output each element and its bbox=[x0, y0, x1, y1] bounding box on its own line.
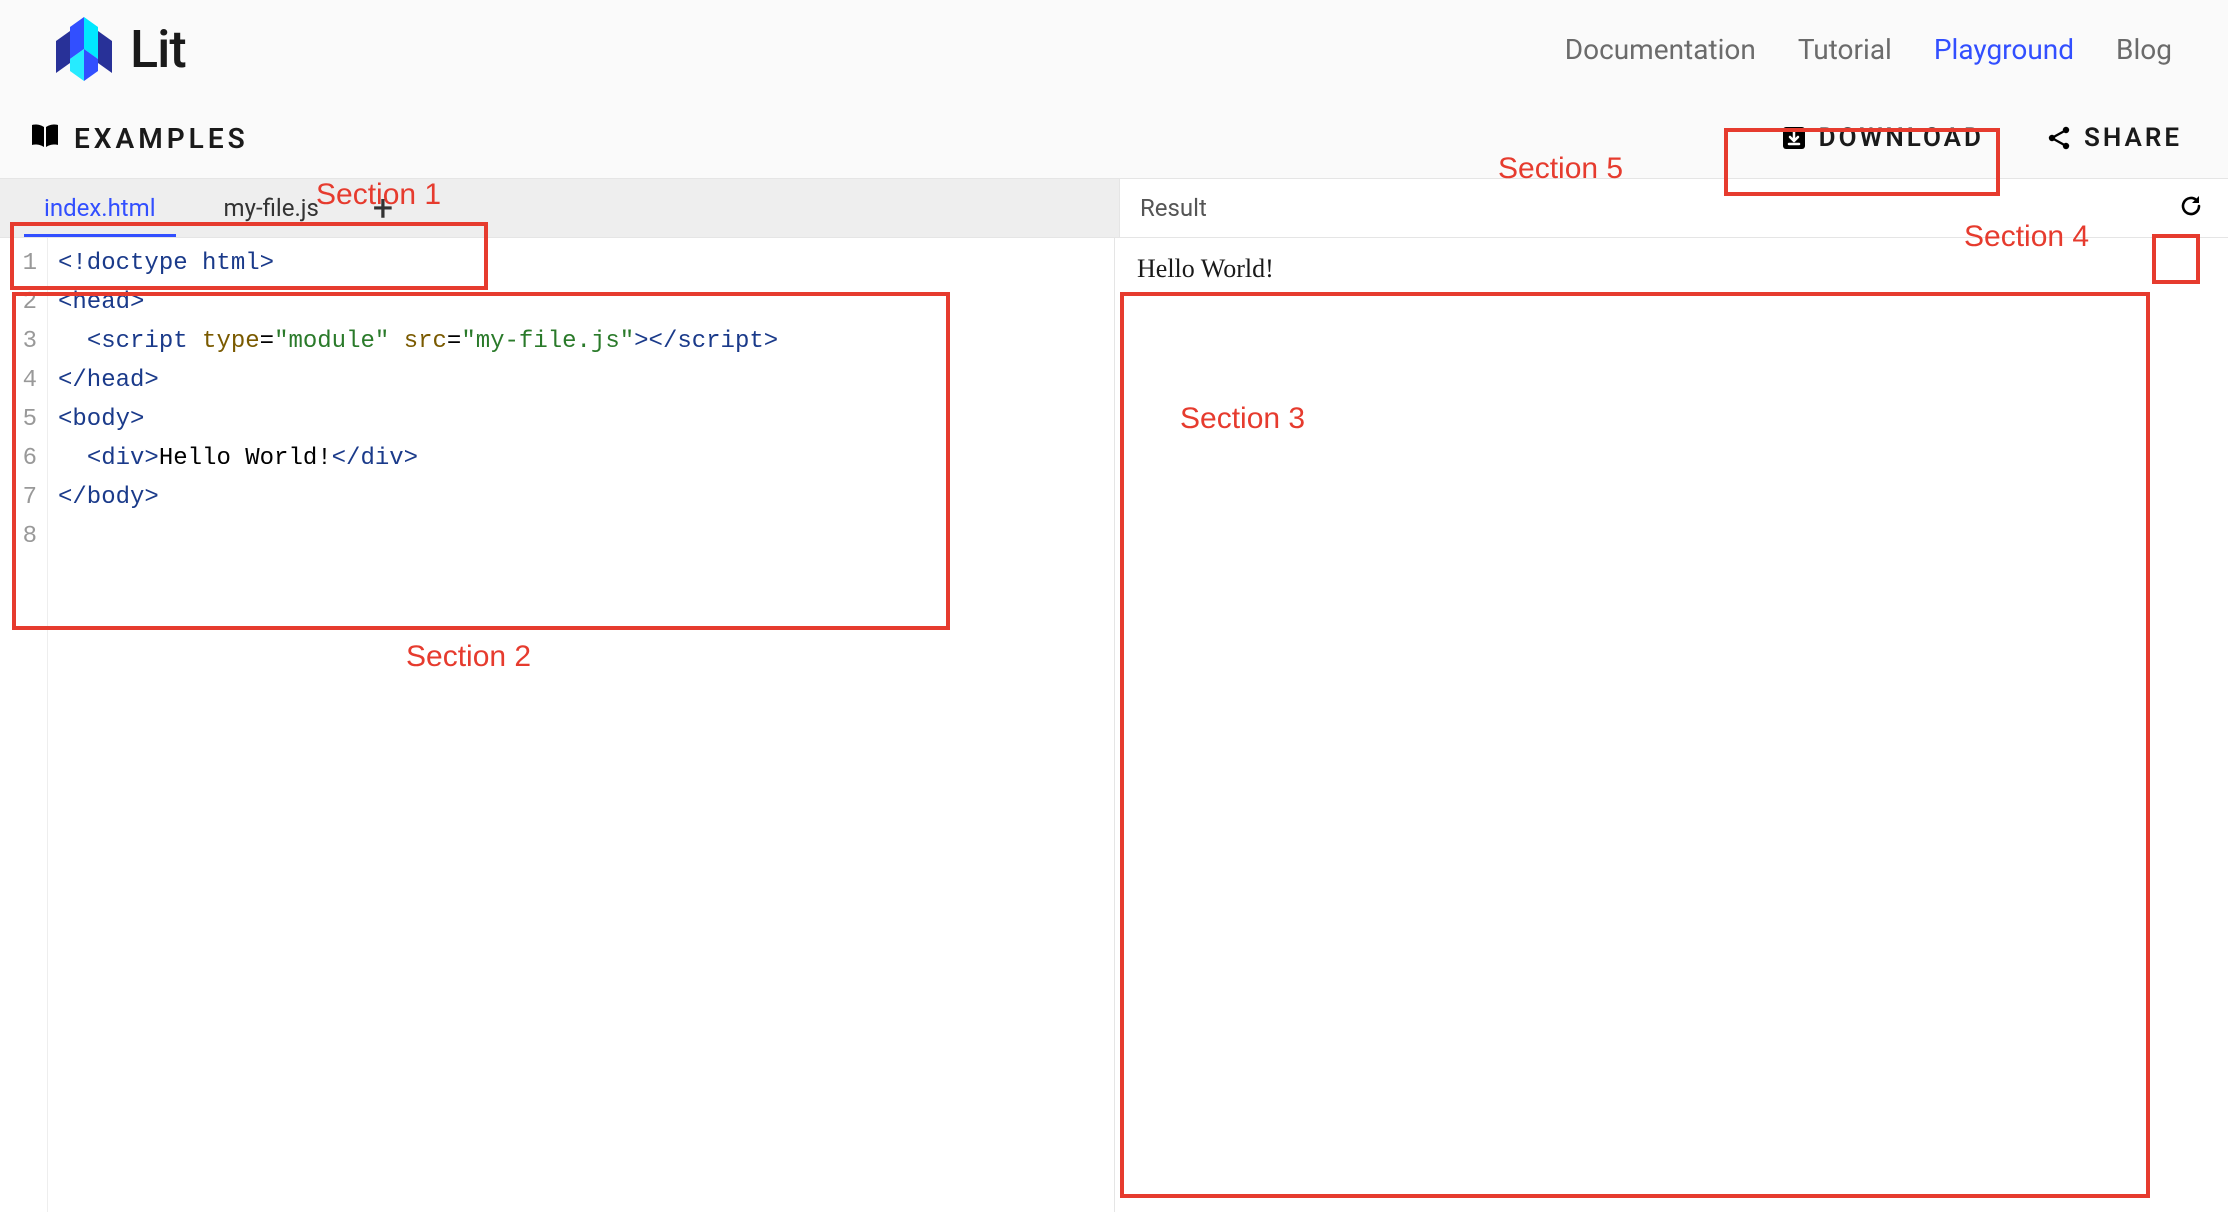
tab-my-file-js[interactable]: my-file.js bbox=[190, 179, 353, 237]
line-number: 8 bbox=[0, 517, 37, 556]
line-number: 5 bbox=[0, 400, 37, 439]
download-icon bbox=[1781, 125, 1807, 151]
result-header: Result bbox=[1119, 179, 2228, 237]
code-line bbox=[58, 517, 1114, 556]
code-line: <div>Hello World!</div> bbox=[58, 439, 1114, 478]
line-number: 3 bbox=[0, 322, 37, 361]
nav-link-documentation[interactable]: Documentation bbox=[1565, 33, 1756, 66]
code-line: <head> bbox=[58, 283, 1114, 322]
line-number: 6 bbox=[0, 439, 37, 478]
tab-label: index.html bbox=[44, 194, 156, 222]
result-output-text: Hello World! bbox=[1137, 254, 1274, 283]
playground-toolbar: EXAMPLES DOWNLOAD bbox=[0, 98, 2228, 178]
line-gutter: 12345678 bbox=[0, 238, 48, 1212]
line-number: 1 bbox=[0, 244, 37, 283]
share-icon bbox=[2046, 125, 2072, 151]
result-title: Result bbox=[1140, 194, 1207, 222]
code-line: <!doctype html> bbox=[58, 244, 1114, 283]
nav-link-playground[interactable]: Playground bbox=[1934, 33, 2074, 66]
code-editor[interactable]: 12345678 <!doctype html><head> <script t… bbox=[0, 238, 1114, 1212]
code-line: <script type="module" src="my-file.js"><… bbox=[58, 322, 1114, 361]
main-split: 12345678 <!doctype html><head> <script t… bbox=[0, 238, 2228, 1212]
add-tab-button[interactable]: + bbox=[353, 179, 413, 237]
nav-links: Documentation Tutorial Playground Blog bbox=[1565, 33, 2172, 66]
code-line: </body> bbox=[58, 478, 1114, 517]
nav-link-tutorial[interactable]: Tutorial bbox=[1798, 33, 1892, 66]
download-label: DOWNLOAD bbox=[1819, 123, 1984, 153]
tab-bar: index.html my-file.js + Result bbox=[0, 178, 2228, 238]
examples-label: EXAMPLES bbox=[74, 122, 249, 155]
share-button[interactable]: SHARE bbox=[2030, 113, 2198, 163]
brand[interactable]: Lit bbox=[56, 17, 186, 81]
result-preview: Hello World! bbox=[1114, 238, 2228, 1212]
code-line: </head> bbox=[58, 361, 1114, 400]
reload-icon bbox=[2178, 193, 2204, 223]
download-button[interactable]: DOWNLOAD bbox=[1765, 113, 2000, 163]
tab-label: my-file.js bbox=[224, 194, 319, 222]
examples-button[interactable]: EXAMPLES bbox=[30, 122, 249, 155]
line-number: 4 bbox=[0, 361, 37, 400]
line-number: 7 bbox=[0, 478, 37, 517]
code-line: <body> bbox=[58, 400, 1114, 439]
lit-logo-icon bbox=[56, 17, 112, 81]
nav-link-blog[interactable]: Blog bbox=[2116, 33, 2172, 66]
brand-name: Lit bbox=[130, 19, 186, 80]
code-area[interactable]: <!doctype html><head> <script type="modu… bbox=[48, 238, 1114, 1212]
top-nav: Lit Documentation Tutorial Playground Bl… bbox=[0, 0, 2228, 98]
reload-button[interactable] bbox=[2174, 191, 2208, 225]
tab-index-html[interactable]: index.html bbox=[10, 179, 190, 237]
line-number: 2 bbox=[0, 283, 37, 322]
share-label: SHARE bbox=[2084, 123, 2182, 153]
book-icon bbox=[30, 123, 60, 153]
